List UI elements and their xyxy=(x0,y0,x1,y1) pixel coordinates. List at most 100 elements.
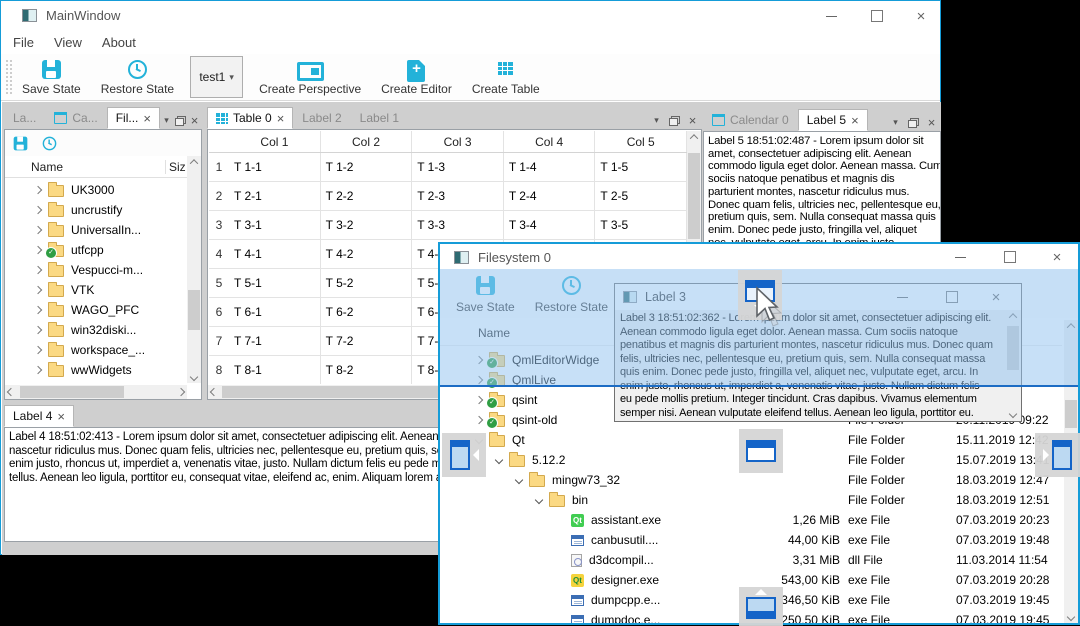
table-cell[interactable]: T 3-1 xyxy=(229,211,321,239)
table-cell[interactable]: T 4-2 xyxy=(321,240,413,268)
tab-label4[interactable]: Label 4 × xyxy=(4,405,74,427)
tab-label1[interactable]: Label 1 xyxy=(351,107,408,129)
tree-item[interactable]: UniversalIn... xyxy=(5,220,187,240)
perspective-select[interactable]: test1 ▾ xyxy=(190,56,244,98)
file-row[interactable]: bin File Folder 18.03.2019 12:51 xyxy=(440,490,1062,510)
tree-item[interactable]: UK3000 xyxy=(5,180,187,200)
row-number[interactable]: 8 xyxy=(209,356,229,384)
drop-indicator-right[interactable] xyxy=(1035,433,1080,477)
tree-item[interactable]: workspace_... xyxy=(5,340,187,360)
scrollbar-thumb[interactable] xyxy=(188,290,200,330)
minimize-button[interactable] xyxy=(814,5,848,27)
row-number[interactable]: 4 xyxy=(209,240,229,268)
col-header[interactable]: Col 2 xyxy=(321,131,413,152)
table-cell[interactable]: T 3-5 xyxy=(595,211,687,239)
row-number[interactable]: 6 xyxy=(209,298,229,326)
scrollbar-thumb[interactable] xyxy=(1065,400,1077,428)
expand-chevron-icon[interactable] xyxy=(33,365,43,375)
close-panel-button[interactable]: × xyxy=(684,112,701,129)
expand-chevron-icon[interactable] xyxy=(33,205,43,215)
restore-state-button[interactable]: Restore State xyxy=(91,54,184,100)
expand-chevron-icon[interactable] xyxy=(494,455,504,465)
table-cell[interactable]: T 6-2 xyxy=(321,298,413,326)
expand-chevron-icon[interactable] xyxy=(33,285,43,295)
table-cell[interactable]: T 2-3 xyxy=(412,182,504,210)
table-cell[interactable]: T 3-3 xyxy=(412,211,504,239)
save-state-button[interactable]: Save State xyxy=(12,54,91,100)
row-number[interactable]: 2 xyxy=(209,182,229,210)
scroll-up-icon[interactable] xyxy=(689,134,699,143)
table-cell[interactable]: T 2-1 xyxy=(229,182,321,210)
col-header[interactable]: Col 1 xyxy=(229,131,321,152)
table-cell[interactable]: T 8-2 xyxy=(321,356,413,384)
table-cell[interactable]: T 4-1 xyxy=(229,240,321,268)
tab-label-0[interactable]: La... xyxy=(4,107,45,129)
file-row[interactable]: assistant.exe 1,26 MiB exe File 07.03.20… xyxy=(440,510,1062,530)
expand-chevron-icon[interactable] xyxy=(33,225,43,235)
tree-item[interactable]: Vespucci-m... xyxy=(5,260,187,280)
expand-chevron-icon[interactable] xyxy=(534,495,544,505)
close-button[interactable]: × xyxy=(1040,246,1074,268)
expand-chevron-icon[interactable] xyxy=(33,345,43,355)
table-cell[interactable]: T 8-1 xyxy=(229,356,321,384)
table-cell[interactable]: T 5-1 xyxy=(229,269,321,297)
tab-menu-button[interactable]: ▾ xyxy=(887,114,904,131)
menu-about[interactable]: About xyxy=(92,35,146,50)
save-icon[interactable] xyxy=(13,136,28,150)
expand-chevron-icon[interactable] xyxy=(33,325,43,335)
scroll-left-icon[interactable] xyxy=(209,387,219,397)
close-tab-icon[interactable]: × xyxy=(277,112,285,125)
tree-item[interactable]: utfcpp xyxy=(5,240,187,260)
expand-chevron-icon[interactable] xyxy=(33,185,43,195)
table-cell[interactable]: T 2-4 xyxy=(504,182,596,210)
drop-indicator-center[interactable] xyxy=(739,429,783,473)
table-cell[interactable]: T 1-5 xyxy=(595,153,687,181)
scroll-left-icon[interactable] xyxy=(6,387,16,397)
float-panel-button[interactable] xyxy=(905,114,922,131)
table-cell[interactable]: T 1-3 xyxy=(412,153,504,181)
scroll-down-icon[interactable] xyxy=(1008,409,1018,419)
restore-icon[interactable] xyxy=(42,136,57,150)
left-tree-vscrollbar[interactable] xyxy=(187,156,201,383)
table-cell[interactable]: T 2-5 xyxy=(595,182,687,210)
toolbar-drag-handle[interactable] xyxy=(4,58,12,96)
file-row[interactable]: d3dcompil... 3,31 MiB dll File 11.03.201… xyxy=(440,550,1062,570)
scroll-right-icon[interactable] xyxy=(176,387,186,397)
tab-table0[interactable]: Table 0 × xyxy=(207,107,294,129)
expand-chevron-icon[interactable] xyxy=(33,245,43,255)
tab-menu-button[interactable]: ▾ xyxy=(160,112,173,129)
tab-filesystem[interactable]: Fil... × xyxy=(106,107,160,129)
expand-chevron-icon[interactable] xyxy=(33,305,43,315)
maximize-button[interactable] xyxy=(993,246,1027,268)
create-table-button[interactable]: Create Table xyxy=(462,54,550,100)
expand-chevron-icon[interactable] xyxy=(514,475,524,485)
scroll-up-icon[interactable] xyxy=(189,159,199,168)
tab-label5[interactable]: Label 5 × xyxy=(797,109,868,131)
main-window-titlebar[interactable]: MainWindow × xyxy=(1,1,940,30)
close-button[interactable]: × xyxy=(904,5,938,27)
table-cell[interactable]: T 1-2 xyxy=(321,153,413,181)
tree-item[interactable]: wwWidgets xyxy=(5,360,187,380)
menu-view[interactable]: View xyxy=(44,35,92,50)
row-number[interactable]: 1 xyxy=(209,153,229,181)
create-perspective-button[interactable]: Create Perspective xyxy=(249,54,371,100)
close-tab-icon[interactable]: × xyxy=(143,112,151,125)
scroll-down-icon[interactable] xyxy=(1066,612,1076,622)
float-panel-button[interactable] xyxy=(174,112,187,129)
close-panel-button[interactable]: × xyxy=(188,112,201,129)
scrollbar-thumb[interactable] xyxy=(688,153,700,239)
table-cell[interactable]: T 3-2 xyxy=(321,211,413,239)
column-size[interactable]: Siz xyxy=(165,159,187,174)
col-header[interactable]: Col 5 xyxy=(595,131,687,152)
table-cell[interactable]: T 1-4 xyxy=(504,153,596,181)
table-cell[interactable]: T 6-1 xyxy=(229,298,321,326)
table-cell[interactable]: T 1-1 xyxy=(229,153,321,181)
table-cell[interactable]: T 7-1 xyxy=(229,327,321,355)
maximize-button[interactable] xyxy=(860,5,894,27)
float-panel-button[interactable] xyxy=(666,112,683,129)
tree-header[interactable]: Name Siz xyxy=(5,156,187,178)
expand-chevron-icon[interactable] xyxy=(474,415,484,425)
scroll-down-icon[interactable] xyxy=(189,372,199,382)
col-header[interactable]: Col 3 xyxy=(412,131,504,152)
table-row[interactable]: 2 T 2-1 T 2-2 T 2-3 T 2-4 T 2-5 xyxy=(209,182,687,211)
